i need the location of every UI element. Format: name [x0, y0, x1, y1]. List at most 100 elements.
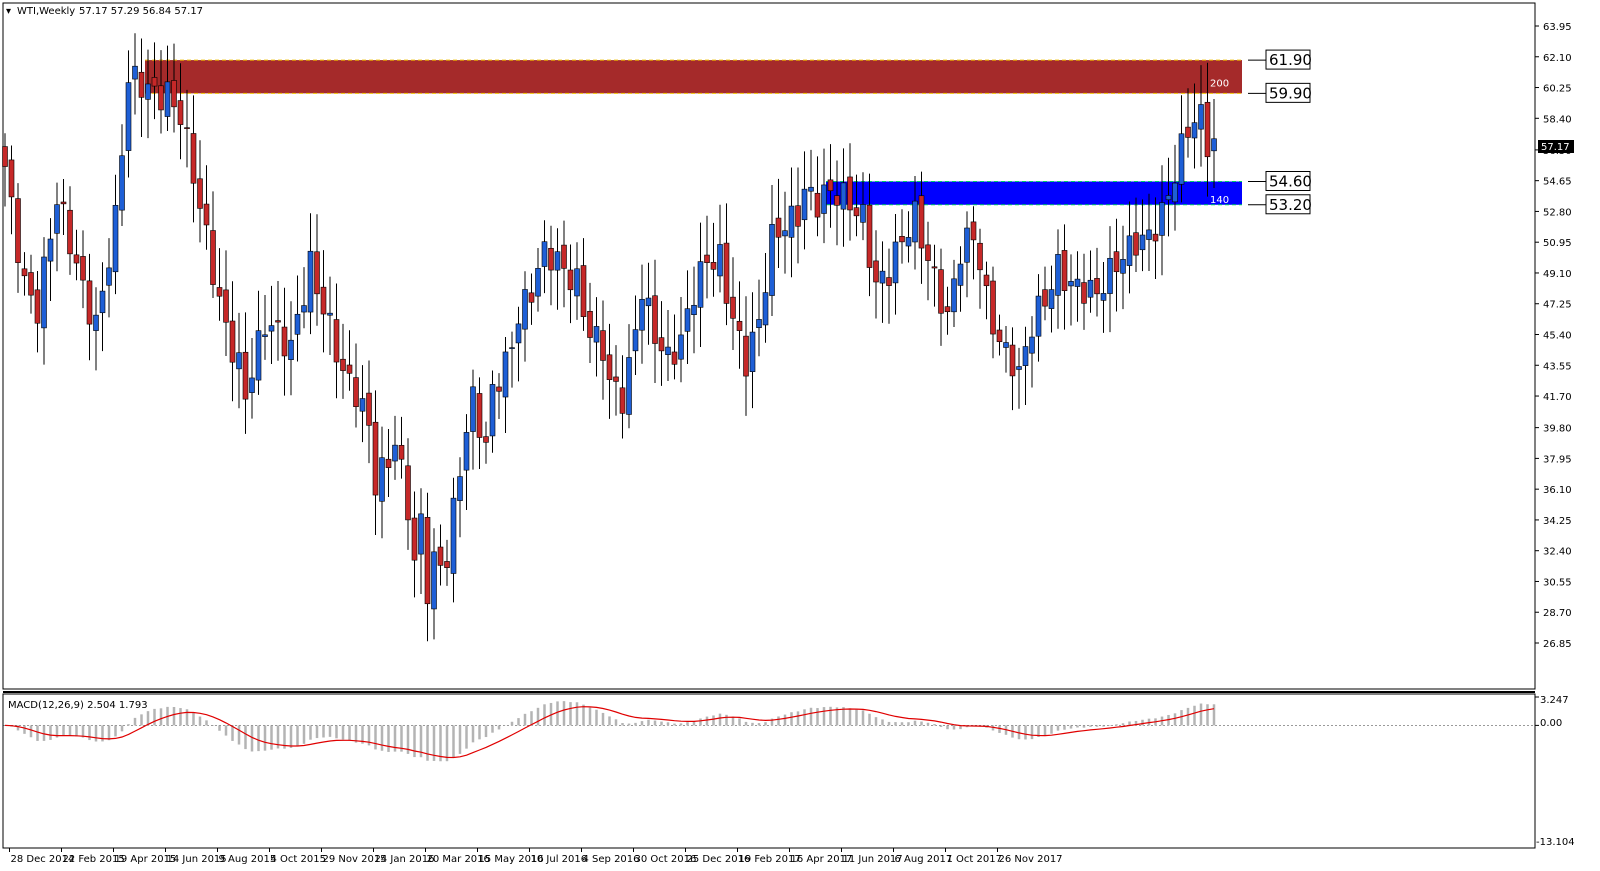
candle-body	[769, 224, 775, 296]
candle-body	[73, 254, 80, 264]
demand-zone-rect[interactable]	[826, 181, 1242, 205]
candle-body	[67, 209, 73, 255]
candle-body	[496, 386, 502, 392]
candle-body	[658, 337, 665, 352]
candle-body	[788, 205, 795, 238]
candle-body	[262, 334, 268, 337]
candle-body	[593, 326, 600, 343]
candle-body	[762, 292, 769, 326]
candle-body	[600, 330, 606, 361]
candle-body	[151, 77, 158, 87]
candle-body	[41, 256, 47, 329]
candle-body	[717, 244, 723, 277]
candle-body	[587, 310, 593, 338]
candle-body	[704, 254, 710, 263]
price-tick-label: 28.70	[1543, 608, 1572, 619]
candle-body	[288, 339, 294, 360]
candle-body	[145, 83, 151, 100]
price-tick-label: 37.95	[1543, 454, 1572, 465]
candle-body	[112, 204, 119, 273]
candle-body	[879, 270, 886, 284]
candle-body	[853, 207, 860, 217]
candle-body	[1061, 250, 1068, 291]
candle-body	[912, 200, 918, 243]
candle-body	[249, 377, 255, 393]
candle-body	[723, 242, 730, 304]
candle-body	[398, 445, 405, 460]
price-tick-label: 47.25	[1543, 300, 1572, 311]
candle-body	[515, 323, 522, 344]
candle-body	[574, 268, 580, 297]
candle-body	[333, 319, 340, 363]
candle-body	[1178, 133, 1185, 185]
candle-body	[795, 205, 801, 227]
macd-axis-zero: 0.00	[1540, 718, 1562, 729]
price-tick-label: 58.40	[1543, 114, 1572, 125]
candle-body	[847, 176, 853, 211]
candle-body	[996, 329, 1003, 343]
candle-body	[99, 290, 106, 314]
candle-body	[743, 335, 749, 377]
candle-body	[294, 313, 301, 335]
candle-body	[281, 326, 288, 357]
candle-body	[561, 244, 567, 269]
chart-header-arrow-icon[interactable]: ▾	[6, 6, 11, 17]
candle-body	[21, 268, 28, 277]
candle-body	[808, 186, 814, 192]
time-tick-label: 24 Jan 2016	[375, 854, 435, 865]
candle-body	[775, 217, 782, 238]
candle-body	[1113, 251, 1120, 273]
chart-header-symbol: WTI,Weekly	[17, 6, 75, 17]
candle-body	[242, 351, 249, 400]
candle-body	[314, 251, 320, 295]
candle-body	[1211, 138, 1217, 152]
time-axis[interactable]: 28 Dec 201422 Feb 201519 Apr 201514 Jun …	[9, 848, 1063, 865]
candle-body	[522, 289, 528, 330]
candle-body	[236, 352, 242, 370]
candle-body	[463, 432, 470, 471]
candle-body	[899, 236, 905, 243]
supply-zone-rect[interactable]	[145, 60, 1242, 94]
candle-body	[1152, 233, 1159, 242]
candle-body	[1146, 229, 1152, 240]
candle-body	[1074, 278, 1081, 287]
price-axis[interactable]: 63.9562.1060.2558.4056.5054.6552.8050.95…	[1535, 22, 1572, 650]
candle-body	[476, 393, 483, 438]
candle-body	[678, 334, 684, 360]
price-tick-label: 52.80	[1543, 207, 1572, 218]
candle-body	[197, 178, 203, 209]
candle-body	[171, 80, 177, 108]
candle-body	[1107, 257, 1113, 294]
candle-body	[125, 82, 132, 151]
candle-body	[132, 65, 138, 80]
candle-body	[307, 250, 314, 313]
candle-body	[502, 351, 509, 398]
candle-body	[535, 268, 541, 297]
candle-body	[93, 314, 99, 331]
demand-zone-top-tag-text: 54.60	[1269, 172, 1312, 190]
candle-body	[1022, 346, 1029, 366]
candle-body	[457, 476, 463, 501]
candle-body	[1191, 122, 1198, 139]
candle-body	[736, 320, 743, 331]
candle-body	[418, 513, 424, 555]
price-tick-label: 45.40	[1543, 331, 1572, 342]
price-tick-label: 39.80	[1543, 424, 1572, 435]
candle-body	[938, 269, 944, 314]
candle-body	[184, 127, 190, 129]
candle-body	[983, 274, 990, 287]
time-tick-label: 4 Oct 2015	[271, 854, 326, 865]
candle-body	[749, 331, 756, 372]
candle-body	[834, 195, 840, 206]
candle-body	[301, 305, 307, 313]
candle-body	[366, 392, 372, 426]
candle-body	[918, 195, 925, 249]
candle-body	[1139, 234, 1146, 251]
candle-body	[554, 251, 561, 271]
demand-zone-bottom-tag-text: 53.20	[1269, 196, 1312, 214]
candle-body	[47, 238, 54, 262]
macd-label: MACD(12,26,9) 2.504 1.793	[8, 700, 148, 711]
price-tick-label: 32.40	[1543, 547, 1572, 558]
candle-body	[886, 277, 892, 286]
candle-body	[665, 346, 671, 356]
